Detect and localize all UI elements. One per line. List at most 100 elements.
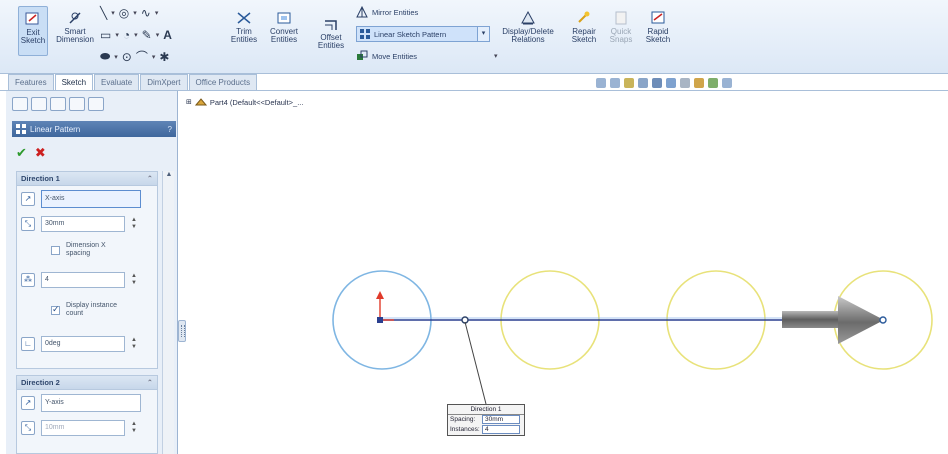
reverse-direction-icon[interactable]: ↗	[21, 396, 35, 410]
line-icon[interactable]: ╲	[100, 6, 107, 20]
point-icon[interactable]: ✱	[159, 50, 169, 64]
feature-manager-icon[interactable]	[12, 97, 28, 111]
direction-2-header[interactable]: Direction 2 ⌃	[17, 376, 157, 390]
collapse-icon[interactable]: ⌃	[147, 378, 153, 387]
fillet-icon[interactable]: ⌒	[136, 48, 148, 65]
property-manager-icon[interactable]	[31, 97, 47, 111]
chevron-down-icon[interactable]: ▾	[133, 9, 137, 17]
direction-arrow-head[interactable]	[838, 296, 884, 344]
tab-features[interactable]: Features	[8, 74, 54, 90]
exit-sketch-button[interactable]: Exit Sketch	[18, 6, 48, 56]
text-icon[interactable]: A	[163, 28, 172, 42]
angle-icon: ∟	[21, 337, 35, 351]
view-settings-icon[interactable]	[722, 78, 732, 88]
rectangle-arc-text-row: ▭ ▾ ◔ ▾ ✎ ▾ A	[100, 28, 172, 42]
direction-1-header[interactable]: Direction 1 ⌃	[17, 172, 157, 186]
convert-entities-button[interactable]: Convert Entities	[264, 10, 304, 44]
trim-entities-button[interactable]: Trim Entities	[226, 10, 262, 44]
rapid-sketch-button[interactable]: Rapid Sketch	[640, 10, 676, 44]
direction-1-angle-input[interactable]: 0deg ▲ ▼	[41, 336, 137, 352]
mirror-icon	[356, 6, 368, 18]
circle-icon[interactable]: ◎	[119, 6, 129, 20]
spin-arrows-icon[interactable]: ▲ ▼	[130, 217, 138, 231]
spline-icon[interactable]: ∿	[141, 6, 151, 20]
smart-dimension-button[interactable]: Smart Dimension	[54, 10, 96, 44]
spin-arrows-icon[interactable]: ▲ ▼	[130, 273, 138, 287]
chevron-down-icon[interactable]: ▾	[111, 9, 115, 17]
graphics-area[interactable]	[186, 91, 948, 454]
panel-scrollbar[interactable]: ▲	[162, 171, 174, 454]
quick-snaps-button[interactable]: Quick Snaps	[606, 10, 636, 44]
previous-view-icon[interactable]	[624, 78, 634, 88]
help-button[interactable]: ?	[168, 125, 172, 134]
chevron-down-icon[interactable]: ▾	[477, 27, 489, 41]
repair-sketch-icon	[578, 11, 590, 23]
display-instance-count-checkbox[interactable]	[51, 304, 60, 315]
dimension-x-spacing-checkbox[interactable]	[51, 245, 60, 255]
chevron-down-icon[interactable]: ▾	[152, 53, 156, 61]
repair-sketch-button[interactable]: Repair Sketch	[568, 10, 600, 44]
configuration-manager-icon[interactable]	[50, 97, 66, 111]
mirror-entities-button[interactable]: Mirror Entities	[356, 6, 418, 18]
direction-1-callout[interactable]: Direction 1 Spacing: 30mm Instances: 4	[447, 404, 525, 436]
pen-icon[interactable]: ✎	[142, 28, 152, 42]
direction-2-axis-field[interactable]: Y-axis	[41, 394, 141, 412]
direction-2-spacing-input[interactable]: 10mm ▲ ▼	[41, 420, 137, 436]
direction-1-spacing-input[interactable]: 30mm ▲ ▼	[41, 216, 137, 232]
display-delete-relations-button[interactable]: Display/Delete Relations	[500, 10, 556, 44]
tab-evaluate[interactable]: Evaluate	[94, 74, 140, 90]
command-manager-ribbon: Exit Sketch Smart Dimension ╲ ▾ ◎ ▾ ∿ ▾ ▭ ▾ …	[0, 0, 948, 74]
collapse-icon[interactable]: ⌃	[147, 174, 153, 183]
section-view-icon[interactable]	[638, 78, 648, 88]
spin-arrows-icon[interactable]: ▲ ▼	[130, 421, 138, 435]
linear-pattern-icon	[360, 29, 370, 39]
chevron-down-icon[interactable]: ▾	[156, 31, 160, 39]
chevron-down-icon[interactable]: ▾	[115, 31, 119, 39]
edit-appearance-icon[interactable]	[694, 78, 704, 88]
spin-arrows-icon[interactable]: ▲ ▼	[130, 337, 138, 351]
callout-title: Direction 1	[448, 405, 524, 415]
apply-scene-icon[interactable]	[708, 78, 718, 88]
chevron-down-icon[interactable]: ▾	[134, 31, 138, 39]
linear-sketch-pattern-button[interactable]: Linear Sketch Pattern ▾	[356, 26, 490, 42]
dimxpert-manager-icon[interactable]	[69, 97, 85, 111]
rectangle-icon[interactable]: ▭	[100, 28, 111, 42]
callout-spacing-input[interactable]: 30mm	[482, 415, 520, 424]
reverse-direction-icon[interactable]: ↗	[21, 192, 35, 206]
arc-icon[interactable]: ◔	[123, 28, 130, 42]
direction-1-group: Direction 1 ⌃ ↗ X-axis ⤡ 30mm ▲ ▼ Dimensi…	[16, 171, 158, 369]
zoom-to-area-icon[interactable]	[610, 78, 620, 88]
move-entities-button[interactable]: Move Entities	[356, 50, 417, 62]
ok-button[interactable]: ✔	[16, 145, 27, 161]
smart-dimension-label: Smart Dimension	[56, 27, 94, 44]
chevron-down-icon[interactable]: ▾	[155, 9, 159, 17]
trim-entities-label: Trim Entities	[230, 27, 258, 44]
polygon-icon[interactable]: ⊙	[122, 50, 132, 64]
panel-splitter-handle[interactable]	[178, 320, 186, 342]
display-style-icon[interactable]	[666, 78, 676, 88]
direction-1-axis-field[interactable]: X-axis	[41, 190, 141, 208]
display-manager-icon[interactable]	[88, 97, 104, 111]
zoom-to-fit-icon[interactable]	[596, 78, 606, 88]
cancel-button[interactable]: ✖	[35, 145, 46, 161]
offset-entities-button[interactable]: Offset Entities	[316, 18, 346, 50]
offset-entities-icon	[325, 20, 337, 30]
tab-office-products[interactable]: Office Products	[188, 74, 258, 90]
linear-sketch-pattern-label: Linear Sketch Pattern	[374, 29, 447, 39]
direction-1-instances-input[interactable]: 4 ▲ ▼	[41, 272, 137, 288]
offset-entities-label: Offset Entities	[317, 33, 345, 50]
origin-marker[interactable]	[377, 317, 383, 323]
rapid-sketch-label: Rapid Sketch	[645, 27, 671, 44]
direction-arrow-shaft[interactable]	[782, 311, 840, 328]
slot-icon[interactable]: ⬬	[100, 49, 110, 64]
arrow-endpoint[interactable]	[879, 316, 887, 324]
tab-dimxpert[interactable]: DimXpert	[140, 74, 188, 90]
hide-show-items-icon[interactable]	[680, 78, 690, 88]
tab-sketch[interactable]: Sketch	[54, 74, 94, 90]
chevron-down-icon[interactable]: ▾	[494, 52, 498, 60]
dimension-x-spacing-label: Dimension X spacing	[66, 242, 106, 257]
callout-instances-input[interactable]: 4	[482, 425, 520, 434]
scroll-up-icon[interactable]: ▲	[163, 171, 175, 183]
chevron-down-icon[interactable]: ▾	[114, 53, 118, 61]
view-orientation-icon[interactable]	[652, 78, 662, 88]
